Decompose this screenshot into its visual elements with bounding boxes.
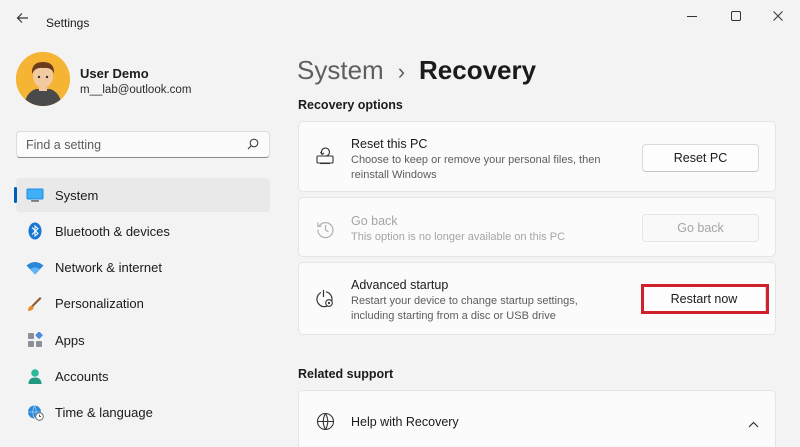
- globe-clock-icon: [26, 405, 44, 421]
- app-title: Settings: [46, 16, 90, 30]
- breadcrumb-parent[interactable]: System: [297, 55, 384, 86]
- globe-icon: [315, 411, 335, 431]
- sidebar-nav: System Bluetooth & devices Network & int…: [14, 178, 270, 432]
- arrow-left-icon: [16, 13, 28, 23]
- card-go-back: Go back This option is no longer availab…: [298, 197, 776, 257]
- card-description: Restart your device to change startup se…: [351, 295, 578, 322]
- card-title: Go back: [351, 214, 398, 228]
- card-title: Help with Recovery: [351, 415, 459, 429]
- page-title: Recovery: [419, 55, 537, 85]
- card-title: Reset this PC: [351, 137, 428, 151]
- sidebar-item-label: Time & language: [55, 405, 153, 421]
- card-description: Choose to keep or remove your personal f…: [351, 154, 601, 181]
- sidebar-item-accounts[interactable]: Accounts: [16, 359, 270, 393]
- sidebar-item-label: Network & internet: [55, 260, 162, 276]
- sidebar-item-personalization[interactable]: Personalization: [16, 287, 270, 321]
- sidebar-item-bluetooth[interactable]: Bluetooth & devices: [16, 214, 270, 248]
- card-reset-pc: Reset this PC Choose to keep or remove y…: [298, 121, 776, 192]
- minimize-button[interactable]: [672, 5, 712, 27]
- reset-pc-button[interactable]: Reset PC: [642, 144, 759, 172]
- title-bar: Settings: [0, 0, 800, 34]
- user-name: User Demo: [80, 66, 149, 81]
- search-input[interactable]: [17, 137, 237, 152]
- sidebar-item-apps[interactable]: Apps: [16, 323, 270, 357]
- sidebar-item-label: Personalization: [55, 296, 144, 312]
- wifi-icon: [26, 260, 44, 276]
- section-title-recovery-options: Recovery options: [298, 98, 403, 112]
- minimize-icon: [687, 16, 697, 17]
- card-title: Advanced startup: [351, 278, 449, 292]
- back-button[interactable]: [12, 9, 32, 27]
- sidebar-item-label: Bluetooth & devices: [55, 223, 170, 239]
- sidebar-item-label: System: [55, 187, 99, 203]
- sidebar-item-time-language[interactable]: Time & language: [16, 396, 270, 430]
- close-button[interactable]: [758, 5, 798, 27]
- close-icon: [773, 11, 783, 21]
- section-title-related-support: Related support: [298, 367, 394, 381]
- history-icon: [315, 219, 335, 239]
- breadcrumb-separator: ›: [397, 59, 406, 84]
- chevron-up-icon[interactable]: [748, 415, 759, 433]
- reset-pc-icon: [315, 146, 335, 166]
- person-icon: [26, 368, 44, 385]
- bluetooth-icon: [26, 222, 44, 240]
- search-icon[interactable]: [247, 138, 259, 150]
- breadcrumb: System › Recovery: [297, 55, 536, 86]
- highlight-box: [641, 284, 769, 314]
- search-box[interactable]: [16, 131, 270, 158]
- brush-icon: [26, 296, 44, 312]
- maximize-icon: [731, 11, 741, 21]
- sidebar-item-system[interactable]: System: [14, 178, 270, 212]
- avatar: [16, 52, 70, 106]
- maximize-button[interactable]: [716, 5, 756, 27]
- advanced-startup-icon: [315, 289, 335, 309]
- sidebar-item-label: Apps: [55, 332, 85, 348]
- sidebar-item-network[interactable]: Network & internet: [16, 251, 270, 285]
- sidebar-item-label: Accounts: [55, 368, 109, 384]
- user-email: m__lab@outlook.com: [80, 84, 192, 96]
- go-back-button[interactable]: Go back: [642, 214, 759, 242]
- card-help-with-recovery[interactable]: Help with Recovery: [298, 390, 776, 447]
- monitor-icon: [26, 187, 44, 203]
- card-description: This option is no longer available on th…: [351, 231, 566, 243]
- apps-icon: [26, 332, 44, 348]
